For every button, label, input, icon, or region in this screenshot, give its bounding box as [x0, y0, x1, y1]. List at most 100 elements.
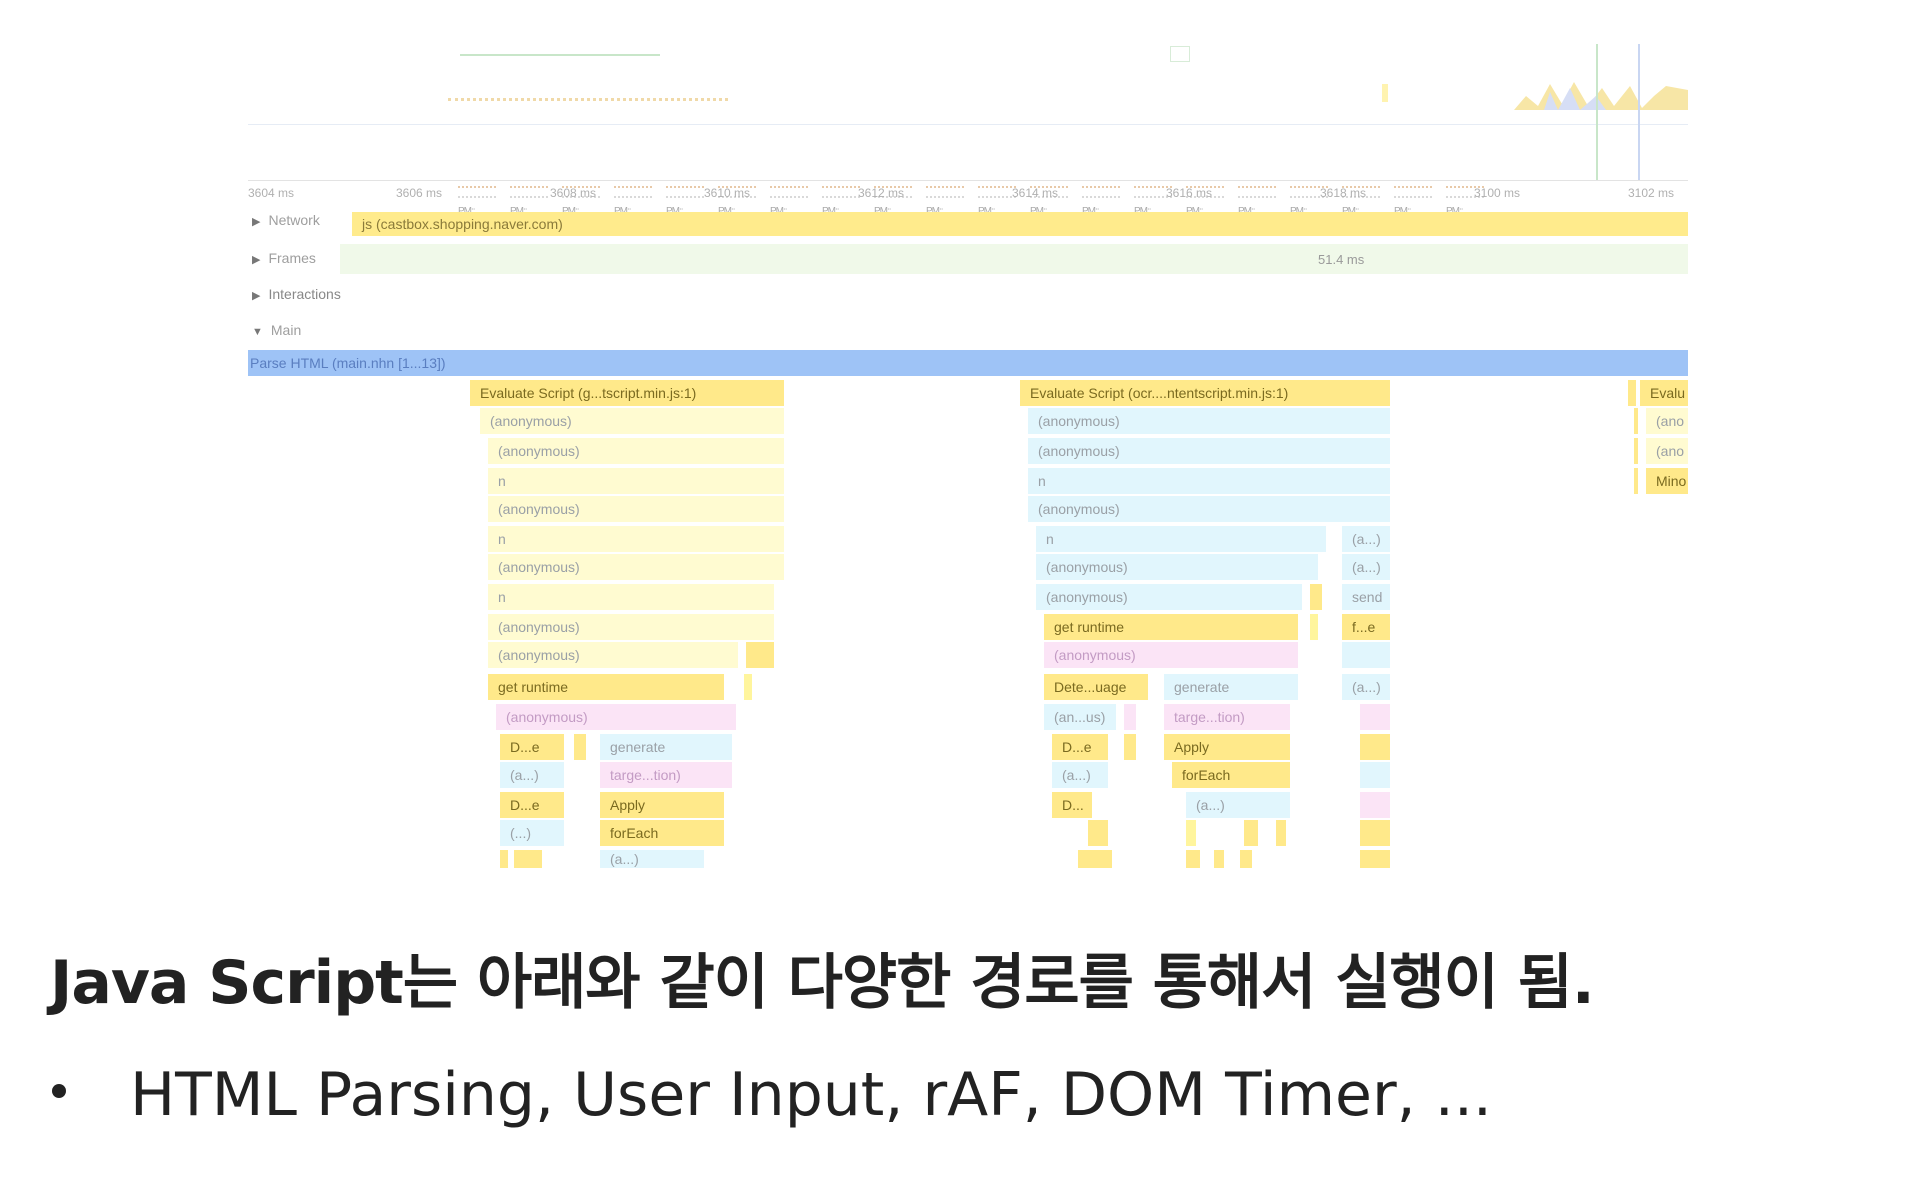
track-network[interactable]: ▶ Network [252, 212, 320, 228]
flame-call[interactable]: (anonymous) [488, 496, 784, 522]
flame-call[interactable]: (a...) [1342, 554, 1390, 580]
flame-call[interactable]: forEach [600, 820, 724, 846]
flame-call[interactable]: n [1028, 468, 1390, 494]
flame-block[interactable] [1310, 614, 1318, 640]
time-ruler-line [248, 180, 1688, 181]
flame-call[interactable]: (anonymous) [496, 704, 736, 730]
flame-call[interactable]: (anonymous) [488, 554, 784, 580]
overview-strip[interactable] [248, 44, 1688, 180]
flame-evaluate-script[interactable]: Evaluate Script (ocr....ntentscript.min.… [1020, 380, 1390, 406]
flame-call[interactable]: (anonymous) [1036, 584, 1302, 610]
frame-duration: 51.4 ms [1318, 252, 1365, 267]
flame-block[interactable] [1240, 850, 1252, 868]
performance-panel-screenshot: PM:: PM:: PM:: PM:: PM:: PM:: PM:: PM:: … [248, 44, 1688, 874]
flame-call[interactable]: (a...) [1342, 526, 1390, 552]
flame-evaluate-script[interactable]: Evaluate Script (g...tscript.min.js:1) [470, 380, 784, 406]
flame-block[interactable] [500, 850, 508, 868]
flame-call[interactable]: (anonymous) [1044, 642, 1298, 668]
flame-block[interactable] [1360, 762, 1390, 788]
flame-call[interactable]: Dete...uage [1044, 674, 1148, 700]
flame-call[interactable]: (anonymous) [1036, 554, 1318, 580]
flame-call[interactable]: n [488, 584, 774, 610]
flame-block[interactable] [744, 674, 752, 700]
expand-arrow-icon[interactable]: ▶ [252, 215, 260, 228]
track-main[interactable]: ▼ Main [252, 322, 301, 338]
flame-block[interactable] [1628, 380, 1636, 406]
flame-block[interactable] [1124, 704, 1136, 730]
flame-block[interactable] [1124, 734, 1136, 760]
flame-block[interactable] [1186, 850, 1200, 868]
expand-arrow-icon[interactable]: ▶ [252, 253, 260, 266]
flame-block[interactable] [746, 642, 774, 668]
flame-block[interactable] [1360, 704, 1390, 730]
frames-bar[interactable] [340, 244, 1688, 274]
flame-block[interactable] [1360, 820, 1390, 846]
flame-call[interactable]: (a...) [1342, 674, 1390, 700]
flame-call[interactable]: f...e [1342, 614, 1390, 640]
flame-call[interactable]: targe...tion) [1164, 704, 1290, 730]
flame-call[interactable]: (anonymous) [480, 408, 784, 434]
flame-call[interactable]: Mino [1646, 468, 1688, 494]
flame-call[interactable]: n [488, 526, 784, 552]
flame-call[interactable]: (anonymous) [1028, 408, 1390, 434]
flame-call[interactable]: n [1036, 526, 1326, 552]
time-tick: 3616 ms [1166, 186, 1213, 200]
flame-block[interactable] [1634, 408, 1638, 434]
track-frames[interactable]: ▶ Frames [252, 250, 316, 266]
flame-call[interactable]: (anonymous) [1028, 496, 1390, 522]
flame-call[interactable]: D...e [500, 792, 564, 818]
flame-get-runtime[interactable]: get runtime [1044, 614, 1298, 640]
flame-block[interactable] [1088, 820, 1108, 846]
flame-call[interactable]: (a...) [1186, 792, 1290, 818]
flame-block[interactable] [1214, 850, 1224, 868]
flame-block[interactable] [1310, 584, 1322, 610]
flame-call[interactable]: (a...) [500, 762, 564, 788]
flame-call[interactable]: generate [600, 734, 732, 760]
flame-call[interactable]: (anonymous) [488, 438, 784, 464]
flame-block[interactable] [1360, 850, 1390, 868]
track-label: Frames [268, 250, 316, 266]
flame-call[interactable]: Apply [1164, 734, 1290, 760]
flame-call[interactable]: (a...) [600, 850, 704, 868]
flame-get-runtime[interactable]: get runtime [488, 674, 724, 700]
network-request-bar[interactable]: js (castbox.shopping.naver.com) [352, 212, 1688, 236]
track-label: Network [268, 212, 320, 228]
parse-html-bar[interactable]: Parse HTML (main.nhn [1...13]) [248, 350, 1688, 376]
flame-call[interactable]: targe...tion) [600, 762, 732, 788]
flame-call[interactable]: D... [1052, 792, 1092, 818]
flame-call[interactable]: (anonymous) [1028, 438, 1390, 464]
flame-call[interactable]: (a...) [1052, 762, 1108, 788]
flame-block[interactable] [1634, 438, 1638, 464]
flame-block[interactable] [514, 850, 542, 868]
time-tick: 3614 ms [1012, 186, 1059, 200]
track-interactions[interactable]: ▶ Interactions [252, 286, 341, 302]
flame-call[interactable]: n [488, 468, 784, 494]
flame-call[interactable]: forEach [1172, 762, 1290, 788]
flame-block[interactable] [1342, 642, 1390, 668]
slide-heading: Java Script는 아래와 같이 다양한 경로를 통해서 실행이 됨. [50, 948, 1595, 1018]
flame-call[interactable]: (an...us) [1044, 704, 1116, 730]
flame-call[interactable]: D...e [500, 734, 564, 760]
flame-block[interactable] [1634, 468, 1638, 494]
flame-block[interactable] [1276, 820, 1286, 846]
flame-block[interactable] [1244, 820, 1258, 846]
flame-block[interactable] [1078, 850, 1112, 868]
flame-block[interactable] [574, 734, 586, 760]
flame-call[interactable]: (ano [1646, 408, 1688, 434]
flame-call[interactable]: (anonymous) [488, 642, 738, 668]
flame-call[interactable]: generate [1164, 674, 1298, 700]
flame-call[interactable]: (ano [1646, 438, 1688, 464]
flame-evaluate-script[interactable]: Evalu [1640, 380, 1688, 406]
flame-block[interactable] [1360, 792, 1390, 818]
expand-arrow-icon[interactable]: ▶ [252, 289, 260, 302]
collapse-arrow-icon[interactable]: ▼ [252, 326, 263, 338]
flame-block[interactable] [1360, 734, 1390, 760]
flame-block[interactable] [1186, 820, 1196, 846]
flame-call[interactable]: (anonymous) [488, 614, 774, 640]
flame-call[interactable]: D...e [1052, 734, 1108, 760]
track-label: Main [270, 322, 302, 338]
flame-call[interactable]: send [1342, 584, 1390, 610]
flame-call[interactable]: Apply [600, 792, 724, 818]
time-tick: 3608 ms [550, 186, 597, 200]
flame-call[interactable]: (...) [500, 820, 564, 846]
